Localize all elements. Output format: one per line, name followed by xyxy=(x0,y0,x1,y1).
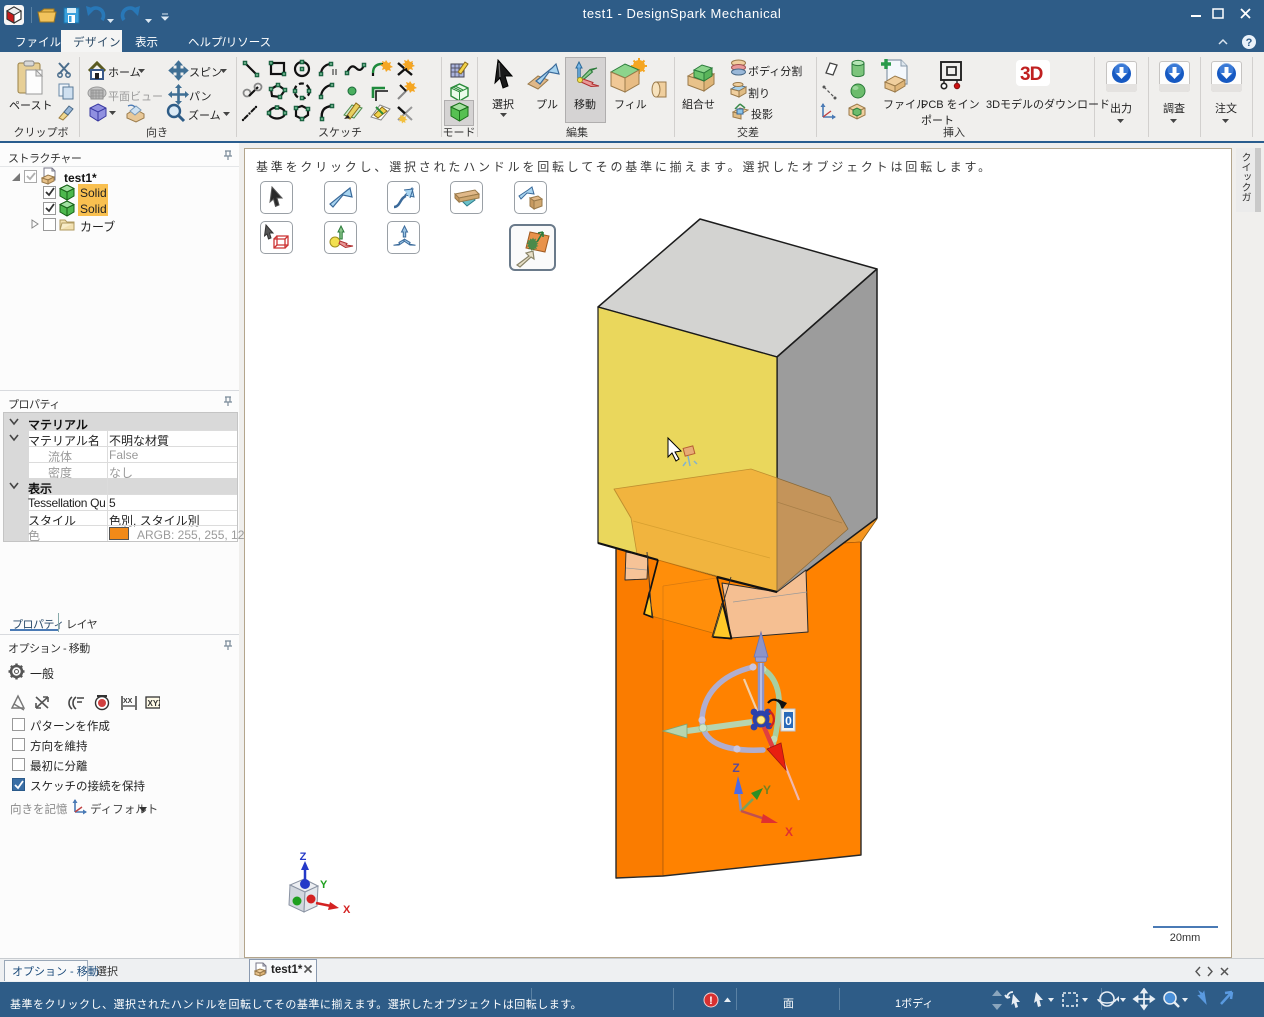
svg-text:XX: XX xyxy=(123,698,133,705)
svg-text:?: ? xyxy=(1246,37,1253,49)
svg-text:Y: Y xyxy=(763,783,771,797)
svg-text:Z: Z xyxy=(300,851,307,863)
svg-text:20mm: 20mm xyxy=(1170,932,1201,944)
svg-text:X: X xyxy=(343,904,351,916)
svg-text:Y: Y xyxy=(320,879,328,891)
svg-text:X: X xyxy=(785,825,793,839)
svg-text:XYZ: XYZ xyxy=(148,699,161,708)
svg-text:Z: Z xyxy=(732,761,739,775)
svg-text:0: 0 xyxy=(785,714,792,728)
svg-text:3D: 3D xyxy=(1020,64,1043,85)
svg-text:!: ! xyxy=(709,995,713,1007)
